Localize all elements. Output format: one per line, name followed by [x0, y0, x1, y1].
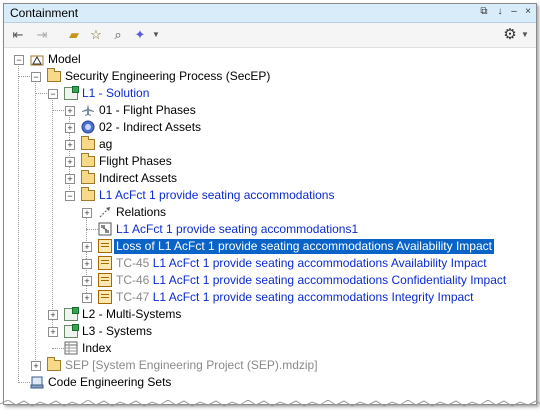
requirement-icon: [98, 256, 112, 270]
expand-toggle[interactable]: +: [82, 208, 92, 218]
tree-item-secep[interactable]: − Security Engineering Process (SecEP): [4, 68, 536, 85]
tree-item-tc46[interactable]: + TC-46 L1 AcFct 1 provide seating accom…: [4, 272, 536, 289]
tree-item-model[interactable]: − Model: [4, 51, 536, 68]
package-icon: [64, 307, 79, 321]
tree-item-code-engineering-sets[interactable]: Code Engineering Sets: [4, 374, 536, 391]
expand-toggle[interactable]: +: [65, 157, 75, 167]
folder-icon: [81, 187, 95, 201]
expand-toggle[interactable]: +: [48, 327, 58, 337]
tree-item-label: L3 - Systems: [82, 324, 153, 338]
asset-icon: [81, 120, 95, 134]
open-folder-icon[interactable]: ▰: [66, 27, 82, 43]
tree-item-label: 02 - Indirect Assets: [99, 120, 202, 134]
tree-item-l2-multi-systems[interactable]: + L2 - Multi-Systems: [4, 306, 536, 323]
airplane-icon: [81, 103, 95, 117]
collapse-toggle[interactable]: −: [31, 72, 41, 82]
tree-item-flight-phases[interactable]: + Flight Phases: [4, 153, 536, 170]
tree-item-label: L1 AcFct 1 provide seating accommodation…: [152, 256, 487, 270]
pin-icon[interactable]: ↓: [494, 6, 506, 18]
expand-toggle[interactable]: +: [48, 310, 58, 320]
tree-item-ag[interactable]: + ag: [4, 136, 536, 153]
code-engineering-icon: [30, 375, 44, 389]
tree-item-indirect-assets[interactable]: + Indirect Assets: [4, 170, 536, 187]
collapse-toggle[interactable]: −: [48, 89, 58, 99]
tree-item-label: Flight Phases: [99, 154, 172, 168]
requirement-icon: [98, 273, 112, 287]
tree-item-label: L1 - Solution: [82, 86, 150, 100]
expand-toggle[interactable]: +: [82, 242, 92, 252]
tree-item-id: TC-46: [116, 273, 153, 287]
expand-toggle[interactable]: +: [82, 293, 92, 303]
expand-toggle[interactable]: +: [65, 123, 75, 133]
tree-item-l3-systems[interactable]: + L3 - Systems: [4, 323, 536, 340]
requirement-icon: [98, 239, 112, 253]
panel-title: Containment: [10, 6, 79, 20]
containment-tree: − Model − Security Engineering Process (…: [4, 49, 536, 394]
search-icon[interactable]: ⌕: [110, 27, 126, 43]
tree-item-id: TC-47: [116, 290, 153, 304]
tree-item-sep-project[interactable]: + SEP [System Engineering Project (SEP).…: [4, 357, 536, 374]
tree-item-label: Security Engineering Process (SecEP): [65, 69, 271, 83]
gear-icon[interactable]: ⚙: [502, 27, 518, 43]
expand-toggle[interactable]: +: [65, 174, 75, 184]
expand-toggle[interactable]: +: [65, 106, 75, 116]
folder-icon: [81, 153, 95, 167]
sparkle-icon[interactable]: ✦: [132, 27, 148, 43]
containment-panel: Containment ⧉ ↓ – × ⇤ ⇥ ▰ ☆ ⌕ ✦ ▼ ⚙ ▼ − …: [3, 3, 537, 405]
tree-item-index[interactable]: Index: [4, 340, 536, 357]
expand-toggle[interactable]: +: [82, 259, 92, 269]
model-icon: [30, 52, 44, 66]
tree-item-l1-acfct1[interactable]: − L1 AcFct 1 provide seating accommodati…: [4, 187, 536, 204]
tree-item-indirect-assets-02[interactable]: + 02 - Indirect Assets: [4, 119, 536, 136]
expand-icon[interactable]: ⇥: [34, 27, 50, 43]
tree-item-tc45[interactable]: + TC-45 L1 AcFct 1 provide seating accom…: [4, 255, 536, 272]
table-icon: [64, 341, 78, 355]
folder-icon: [81, 170, 95, 184]
star-icon[interactable]: ☆: [88, 27, 104, 43]
tree-item-label: Relations: [116, 205, 167, 219]
expand-toggle[interactable]: +: [82, 276, 92, 286]
tree-item-id: TC-45: [116, 256, 153, 270]
close-icon[interactable]: ×: [522, 6, 534, 18]
tree-item-label: Model: [48, 52, 81, 66]
tree-item-label: ag: [99, 137, 113, 151]
package-icon: [64, 86, 79, 100]
gear-dropdown-icon[interactable]: ▼: [517, 27, 533, 43]
tree-item-label: L1 AcFct 1 provide seating accommodation…: [116, 222, 359, 236]
package-icon: [64, 324, 79, 338]
tree-item-label: L2 - Multi-Systems: [82, 307, 182, 321]
collapse-toggle[interactable]: −: [65, 191, 75, 201]
relations-icon: [98, 205, 112, 219]
diagram-icon: [98, 222, 112, 236]
panel-titlebar: Containment ⧉ ↓ – ×: [4, 4, 536, 23]
tree-item-tc47[interactable]: + TC-47 L1 AcFct 1 provide seating accom…: [4, 289, 536, 306]
restore-icon[interactable]: ⧉: [478, 6, 490, 18]
torn-edge: [0, 400, 540, 407]
folder-icon: [47, 68, 61, 82]
tree-item-label: 01 - Flight Phases: [99, 103, 196, 117]
requirement-icon: [98, 290, 112, 304]
tree-item-loss-availability-impact[interactable]: + Loss of L1 AcFct 1 provide seating acc…: [4, 238, 536, 255]
expand-toggle[interactable]: +: [65, 140, 75, 150]
panel-toolbar: ⇤ ⇥ ▰ ☆ ⌕ ✦ ▼ ⚙ ▼: [4, 23, 536, 48]
collapse-all-icon[interactable]: ⇤: [10, 27, 26, 43]
minimize-icon[interactable]: –: [508, 6, 520, 18]
tree-item-label: Code Engineering Sets: [48, 375, 172, 389]
folder-icon: [81, 136, 95, 150]
tree-item-relations[interactable]: + Relations: [4, 204, 536, 221]
collapse-toggle[interactable]: −: [14, 55, 24, 65]
folder-icon: [47, 357, 61, 371]
tree-item-label: L1 AcFct 1 provide seating accommodation…: [152, 290, 474, 304]
tree-item-label: SEP [System Engineering Project (SEP).md…: [65, 358, 318, 372]
tree-item-flight-phases-01[interactable]: + 01 - Flight Phases: [4, 102, 536, 119]
tree-item-label: Indirect Assets: [99, 171, 178, 185]
expand-toggle[interactable]: +: [31, 361, 41, 371]
dropdown-icon[interactable]: ▼: [148, 27, 164, 43]
tree-item-label: Loss of L1 AcFct 1 provide seating accom…: [114, 239, 494, 254]
tree-item-l1-acfct1-diagram[interactable]: L1 AcFct 1 provide seating accommodation…: [4, 221, 536, 238]
tree-item-label: L1 AcFct 1 provide seating accommodation…: [99, 188, 335, 202]
tree-item-label: L1 AcFct 1 provide seating accommodation…: [152, 273, 507, 287]
tree-item-label: Index: [82, 341, 112, 355]
tree-item-l1-solution[interactable]: − L1 - Solution: [4, 85, 536, 102]
